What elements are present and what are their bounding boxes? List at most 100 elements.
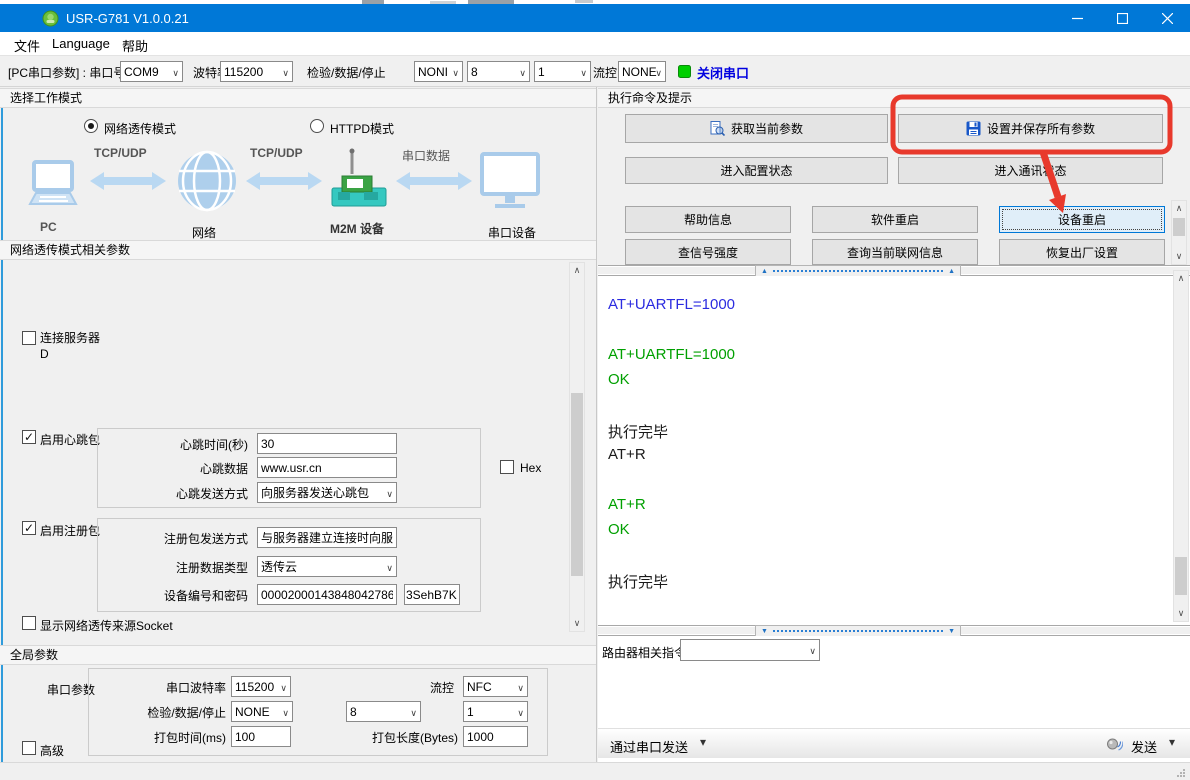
radio-httpd-mode[interactable] — [310, 119, 324, 133]
radio-httpd-label[interactable]: HTTPD模式 — [330, 120, 394, 137]
scroll-up-icon[interactable]: ∧ — [570, 263, 584, 278]
serial-data-label: 串口数据 — [402, 147, 450, 164]
reg-mode-label: 注册包发送方式 — [98, 530, 248, 547]
enter-config-button[interactable]: 进入配置状态 — [625, 157, 888, 184]
hex-checkbox[interactable] — [500, 460, 514, 474]
close-icon — [1162, 13, 1173, 24]
advanced-checkbox[interactable] — [22, 741, 36, 755]
splitter-dots — [773, 630, 943, 632]
app-logo-icon — [42, 10, 59, 27]
hb-data-label: 心跳数据 — [98, 460, 248, 477]
scrollbar-thumb[interactable] — [1173, 218, 1185, 236]
reg-type-select[interactable]: 透传云 — [257, 556, 397, 577]
minimize-icon — [1072, 13, 1083, 24]
radio-transparent-mode[interactable] — [84, 119, 98, 133]
get-params-button[interactable]: 获取当前参数 — [625, 114, 888, 143]
query-net-button[interactable]: 查询当前联网信息 — [812, 239, 978, 265]
query-signal-button[interactable]: 查信号强度 — [625, 239, 791, 265]
g-stopbits-select[interactable]: 1 — [463, 701, 528, 722]
close-button[interactable] — [1145, 4, 1190, 32]
show-socket-label: 显示网络透传来源Socket — [40, 617, 173, 634]
show-socket-checkbox[interactable] — [22, 616, 36, 630]
m2m-device-icon — [330, 148, 388, 214]
databits-select[interactable]: 8 — [467, 61, 530, 82]
g-parity-select[interactable]: NONE — [231, 701, 293, 722]
menu-file[interactable]: 文件 — [14, 36, 40, 55]
factory-reset-button[interactable]: 恢复出厂设置 — [999, 239, 1165, 265]
reg-mode-select[interactable]: 与服务器建立连接时向服 — [257, 527, 397, 548]
dev-id-label: 设备编号和密码 — [98, 587, 248, 604]
dev-id-input[interactable] — [257, 584, 397, 605]
network-globe-icon — [176, 150, 238, 212]
send-button[interactable]: 发送 — [1131, 737, 1157, 756]
baud-select[interactable]: 115200 — [220, 61, 293, 82]
flow-label: 流控 — [593, 64, 617, 81]
work-mode-section: 选择工作模式 网络透传模式 HTTPD模式 TCP/UDP TCP/UDP — [0, 88, 596, 240]
flow-select[interactable]: NONE — [618, 61, 666, 82]
com-port-select[interactable]: COM9 — [120, 61, 183, 82]
scroll-up-icon[interactable]: ∧ — [1174, 271, 1188, 286]
scroll-down-icon[interactable]: ∨ — [1174, 606, 1188, 621]
enable-reg-checkbox[interactable] — [22, 521, 36, 535]
scrollbar-thumb[interactable] — [1175, 557, 1187, 595]
hb-time-input[interactable] — [257, 433, 397, 454]
serial-toolbar: [PC串口参数] : 串口号 COM9 波特率 115200 检验/数据/停止 … — [0, 56, 1190, 87]
scroll-down-icon[interactable]: ∨ — [1172, 249, 1186, 264]
scroll-up-icon[interactable]: ∧ — [1172, 201, 1186, 216]
maximize-button[interactable] — [1100, 4, 1145, 32]
close-port-button[interactable]: 关闭串口 — [697, 63, 749, 82]
log-scrollbar[interactable]: ∧ ∨ — [1173, 270, 1189, 622]
log-section: ▲ ▲ AT+UARTFL=1000AT+UARTFL=1000OK执行完毕AT… — [598, 265, 1190, 636]
log-output[interactable]: AT+UARTFL=1000AT+UARTFL=1000OK执行完毕AT+RAT… — [598, 276, 1190, 625]
radio-transparent-label[interactable]: 网络透传模式 — [104, 120, 176, 137]
arrow-pc-network-icon — [90, 172, 166, 190]
scrollbar-thumb[interactable] — [571, 393, 583, 576]
stopbits-select[interactable]: 1 — [534, 61, 591, 82]
chevron-down-icon[interactable]: ▾ — [1169, 735, 1175, 749]
save-params-button[interactable]: 设置并保存所有参数 — [898, 114, 1163, 143]
m2m-caption: M2M 设备 — [330, 220, 384, 237]
minimize-button[interactable] — [1055, 4, 1100, 32]
enter-comm-button[interactable]: 进入通讯状态 — [898, 157, 1163, 184]
doc-magnifier-icon — [710, 121, 725, 136]
dev-restart-button[interactable]: 设备重启 — [999, 206, 1165, 233]
commands-header: 执行命令及提示 — [598, 88, 1190, 108]
hb-time-label: 心跳时间(秒) — [98, 436, 248, 453]
log-splitter-top: ▲ ▲ — [598, 265, 1190, 276]
menu-language[interactable]: Language — [52, 36, 110, 51]
pack-len-input[interactable] — [463, 726, 528, 747]
pack-len-label: 打包长度(Bytes) — [331, 729, 458, 746]
resize-grip-icon[interactable] — [1176, 768, 1186, 778]
pc-serial-label: [PC串口参数] : 串口号 — [8, 64, 125, 81]
arrow-network-m2m-icon — [246, 172, 322, 190]
connect-server-checkbox[interactable] — [22, 331, 36, 345]
dev-pwd-input[interactable] — [404, 584, 460, 605]
send-via-serial-button[interactable]: 通过串口发送 — [610, 737, 688, 756]
global-serial-groupbox: 串口波特率 115200 流控 NFC 检验/数据/停止 NONE 8 1 打包… — [88, 668, 548, 756]
pack-time-input[interactable] — [231, 726, 291, 747]
g-databits-select[interactable]: 8 — [346, 701, 421, 722]
g-flow-select[interactable]: NFC — [463, 676, 528, 697]
send-input-area[interactable] — [598, 664, 1190, 728]
menu-help[interactable]: 帮助 — [122, 36, 148, 55]
hb-mode-select[interactable]: 向服务器发送心跳包 — [257, 482, 397, 503]
sw-restart-button[interactable]: 软件重启 — [812, 206, 978, 233]
net-params-scrollbar[interactable]: ∧ ∨ — [569, 262, 585, 632]
g-baud-select[interactable]: 115200 — [231, 676, 291, 697]
help-info-button[interactable]: 帮助信息 — [625, 206, 791, 233]
commands-section: 执行命令及提示 获取当前参数 设置并保存所有参数 进入配置状态 进入通讯状态 帮… — [598, 88, 1190, 265]
scroll-down-icon[interactable]: ∨ — [570, 616, 584, 631]
serial-device-caption: 串口设备 — [488, 224, 536, 241]
router-cmd-select[interactable] — [680, 639, 820, 661]
reg-groupbox: 注册包发送方式 与服务器建立连接时向服 注册数据类型 透传云 设备编号和密码 — [97, 518, 481, 612]
g-pds-label: 检验/数据/停止 — [96, 704, 226, 721]
chevron-down-icon[interactable]: ▾ — [700, 735, 706, 749]
g-flow-label: 流控 — [394, 679, 454, 696]
parity-select[interactable]: NONI — [414, 61, 463, 82]
hb-data-input[interactable] — [257, 457, 397, 478]
send-toolbar: 通过串口发送 ▾ 发送 ▾ — [598, 728, 1190, 758]
log-lines: AT+UARTFL=1000AT+UARTFL=1000OK执行完毕AT+RAT… — [608, 296, 735, 596]
work-mode-header: 选择工作模式 — [0, 88, 596, 108]
commands-scrollbar[interactable]: ∧ ∨ — [1171, 200, 1187, 265]
enable-heartbeat-checkbox[interactable] — [22, 430, 36, 444]
